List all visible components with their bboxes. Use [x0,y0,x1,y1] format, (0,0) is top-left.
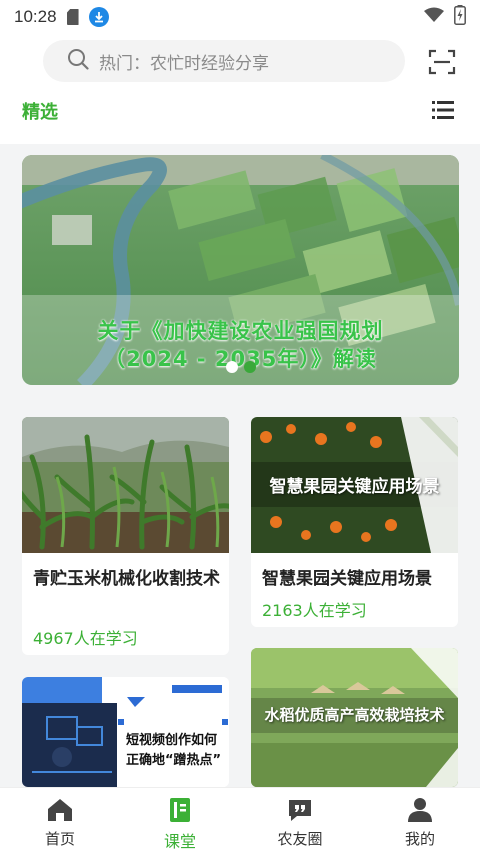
banner-title-line1: 关于《加快建设农业强国规划 [97,319,384,343]
rice-field-image: 水稻优质高产高效栽培技术 [251,648,458,787]
bottom-nav: 首页 课堂 农友圈 我的 [0,787,480,853]
status-time: 10:28 [14,7,57,26]
chat-quote-icon [289,800,311,821]
nav-community-label: 农友圈 [277,830,323,848]
short-video-image: 短视频创作如何 正确地“蹭热点” [22,677,229,787]
video-caption-line1: 短视频创作如何 [126,733,218,748]
nav-community[interactable]: 农友圈 [240,788,360,853]
video-caption-line2: 正确地“蹭热点” [126,753,222,768]
course-card[interactable]: 短视频创作如何 正确地“蹭热点” [22,677,229,787]
book-icon [170,798,190,822]
search-input[interactable]: 热门：农忙时经验分享 [43,40,405,82]
corn-field-image [22,417,229,553]
course-title: 青贮玉米机械化收割技术 [33,569,220,589]
nav-profile[interactable]: 我的 [360,788,480,853]
nav-classroom-label: 课堂 [163,832,196,851]
home-icon [48,799,72,821]
course-card[interactable]: 智慧果园关键应用场景 智慧果园关键应用场景 2163人在学习 [251,417,458,627]
header: 热门：农忙时经验分享 精选 [0,34,480,144]
nav-classroom[interactable]: 课堂 [120,788,240,853]
orchard-image: 智慧果园关键应用场景 [251,417,458,553]
download-icon [88,7,109,27]
course-learners: 4967人在学习 [33,629,138,648]
sim-card-icon [66,9,79,25]
carousel-dot-active[interactable] [243,361,256,373]
nav-profile-label: 我的 [404,830,435,848]
course-title: 智慧果园关键应用场景 [262,569,432,589]
battery-icon [454,5,466,29]
status-bar: 10:28 [0,0,480,34]
carousel-indicator [22,361,459,373]
carousel-dot[interactable] [225,361,238,373]
scan-icon[interactable] [428,48,456,76]
course-card[interactable]: 青贮玉米机械化收割技术 4967人在学习 [22,417,229,655]
featured-banner[interactable]: 关于《加快建设农业强国规划 （2024 - 2035年）》解读 [22,155,459,385]
orchard-image-caption: 智慧果园关键应用场景 [269,477,440,497]
nav-home[interactable]: 首页 [0,788,120,853]
course-learners: 2163人在学习 [262,601,367,620]
nav-home-label: 首页 [44,830,75,848]
course-card[interactable]: 水稻优质高产高效栽培技术 [251,648,458,787]
search-icon [67,48,89,74]
featured-tab[interactable]: 精选 [22,98,58,124]
search-placeholder: 热门：农忙时经验分享 [99,53,269,74]
list-menu-icon[interactable] [432,101,454,119]
wifi-icon [424,7,444,27]
user-icon [408,798,432,822]
rice-image-caption: 水稻优质高产高效栽培技术 [264,706,445,724]
